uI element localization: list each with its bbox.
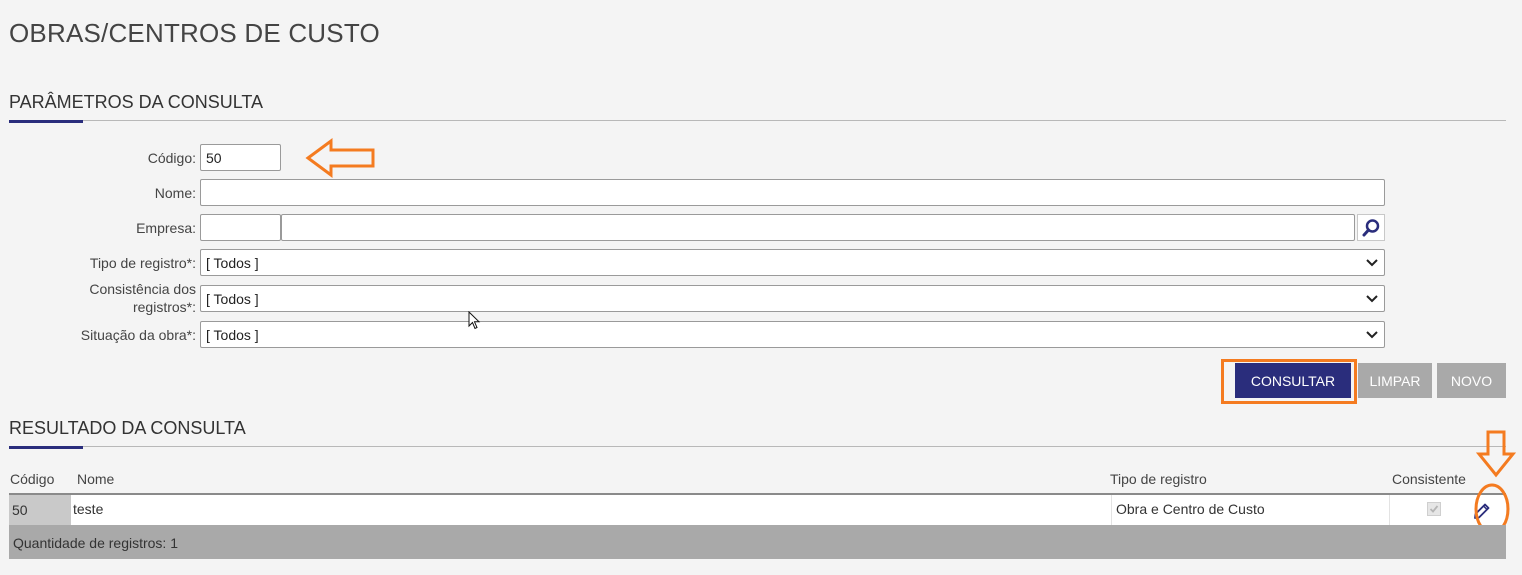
consistencia-select[interactable]: [ Todos ] bbox=[200, 285, 1385, 312]
column-header-tipo-registro[interactable]: Tipo de registro bbox=[1110, 471, 1207, 487]
row-tipo-cell: Obra e Centro de Custo bbox=[1116, 501, 1265, 517]
empresa-label: Empresa: bbox=[136, 220, 196, 236]
tipo-registro-select[interactable]: [ Todos ] bbox=[200, 249, 1385, 276]
record-count: Quantidade de registros: 1 bbox=[13, 535, 178, 551]
consistencia-value: [ Todos ] bbox=[206, 290, 259, 307]
novo-button[interactable]: NOVO bbox=[1437, 363, 1506, 398]
situacao-select[interactable]: [ Todos ] bbox=[200, 321, 1385, 348]
row-codigo-cell: 50 bbox=[9, 495, 71, 525]
check-icon bbox=[1429, 505, 1439, 513]
annotation-arrow-left-icon bbox=[305, 138, 375, 178]
empresa-code-input[interactable] bbox=[200, 214, 281, 241]
search-icon bbox=[1362, 218, 1380, 236]
row-nome-cell: teste bbox=[73, 501, 104, 517]
limpar-button[interactable]: LIMPAR bbox=[1358, 363, 1432, 398]
tipo-registro-label: Tipo de registro*: bbox=[89, 255, 196, 271]
situacao-value: [ Todos ] bbox=[206, 326, 259, 343]
nome-label: Nome: bbox=[154, 185, 196, 201]
parameters-section-title: PARÂMETROS DA CONSULTA bbox=[9, 92, 264, 112]
tipo-registro-value: [ Todos ] bbox=[206, 254, 259, 271]
nome-input[interactable] bbox=[200, 179, 1385, 206]
table-row[interactable] bbox=[9, 495, 1506, 525]
mouse-cursor-icon bbox=[468, 311, 481, 330]
parameters-divider-accent bbox=[9, 120, 83, 123]
column-header-nome[interactable]: Nome bbox=[77, 471, 114, 487]
consultar-button[interactable]: CONSULTAR bbox=[1235, 363, 1351, 398]
chevron-down-icon bbox=[1366, 294, 1378, 302]
codigo-input[interactable] bbox=[200, 144, 281, 171]
row-cell-divider bbox=[1389, 495, 1390, 525]
consistencia-label-line1: Consistência dos bbox=[89, 281, 196, 297]
parameters-divider bbox=[9, 120, 1506, 121]
results-divider bbox=[9, 446, 1506, 447]
chevron-down-icon bbox=[1366, 258, 1378, 266]
annotation-arrow-down-icon bbox=[1476, 430, 1516, 478]
consistencia-label-line2: registros*: bbox=[132, 299, 196, 315]
column-header-codigo[interactable]: Código bbox=[10, 471, 54, 487]
row-cell-divider bbox=[1111, 495, 1112, 525]
consistencia-label: Consistência dos registros*: bbox=[0, 280, 196, 316]
results-section-title: RESULTADO DA CONSULTA bbox=[9, 418, 246, 438]
page-title: OBRAS/CENTROS DE CUSTO bbox=[9, 18, 380, 48]
empresa-search-button[interactable] bbox=[1357, 214, 1385, 241]
consistente-checkbox bbox=[1427, 502, 1441, 516]
empresa-name-input[interactable] bbox=[281, 214, 1355, 241]
results-divider-accent bbox=[9, 446, 83, 449]
situacao-label: Situação da obra*: bbox=[80, 327, 196, 343]
column-header-consistente[interactable]: Consistente bbox=[1392, 471, 1466, 487]
chevron-down-icon bbox=[1366, 330, 1378, 338]
codigo-label: Código: bbox=[147, 150, 196, 166]
table-footer bbox=[9, 525, 1506, 559]
